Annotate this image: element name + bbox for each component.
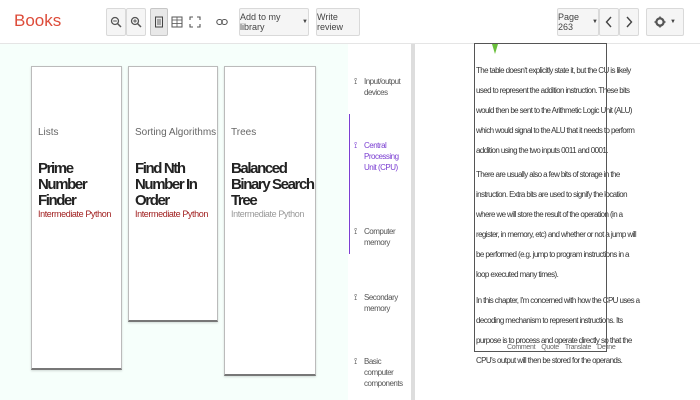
link-icon [216, 18, 228, 26]
problem-card[interactable]: Trees Balanced Binary Search Tree Interm… [224, 66, 316, 376]
zoom-out-button[interactable] [106, 8, 126, 36]
book-preview-panel: Lists Prime Number Finder Intermediate P… [0, 44, 348, 400]
page-select-label: Page 263 [558, 12, 580, 32]
zoom-out-icon [110, 16, 122, 28]
page-select[interactable]: Page 263 ▼ [557, 8, 599, 36]
chevron-down-icon: ▼ [670, 19, 676, 25]
single-page-icon [155, 16, 163, 28]
section-marker-icon: ⟟ [354, 140, 357, 150]
write-review-button[interactable]: Write review [316, 8, 360, 36]
card-title: Prime Number Finder [38, 160, 88, 209]
section-marker-icon: ⟟ [354, 76, 357, 86]
add-to-library-label: Add to my library [240, 12, 281, 32]
define-action[interactable]: Define [597, 344, 616, 351]
toc-item-current[interactable]: ⟟ Central Processing Unit (CPU) [354, 140, 408, 173]
problem-card[interactable]: Lists Prime Number Finder Intermediate P… [31, 66, 122, 370]
comment-action[interactable]: Comment [507, 344, 536, 351]
write-review-label: Write review [317, 12, 344, 32]
next-page-button[interactable] [619, 8, 639, 36]
card-level: Intermediate Python [135, 209, 208, 219]
toc-item[interactable]: ⟟ Secondary memory [354, 292, 408, 314]
chevron-right-icon [626, 16, 633, 28]
section-marker-icon: ⟟ [354, 226, 357, 236]
card-category: Sorting Algorithms [135, 127, 217, 138]
card-title: Find Nth Number In Order [135, 160, 198, 209]
toc-item[interactable]: ⟟ Input/output devices [354, 76, 408, 98]
toc-item[interactable]: ⟟ Basic computer components [354, 356, 408, 389]
zoom-in-icon [130, 16, 142, 28]
card-level: Intermediate Python [38, 209, 111, 219]
settings-button[interactable]: ▼ [646, 8, 684, 36]
text-selection-box[interactable] [474, 43, 607, 352]
previous-page-button[interactable] [599, 8, 619, 36]
fullscreen-button[interactable] [186, 8, 204, 36]
card-category: Lists [38, 127, 59, 138]
chevron-down-icon: ▼ [592, 19, 598, 25]
card-category: Trees [231, 127, 257, 138]
toc-item[interactable]: ⟟ Computer memory [354, 226, 408, 248]
section-marker-icon: ⟟ [354, 356, 357, 366]
problem-card[interactable]: Sorting Algorithms Find Nth Number In Or… [128, 66, 218, 322]
two-page-icon [171, 16, 183, 28]
quote-action[interactable]: Quote [541, 344, 559, 351]
chevron-down-icon: ▼ [302, 19, 308, 25]
top-toolbar: Books Add to my library ▼ Write review P… [0, 0, 700, 44]
translate-action[interactable]: Translate [565, 344, 592, 351]
single-page-view-button[interactable] [150, 8, 168, 36]
link-button[interactable] [212, 8, 232, 36]
card-level: Intermediate Python [231, 209, 304, 219]
gear-icon [654, 16, 666, 28]
add-to-library-button[interactable]: Add to my library ▼ [239, 8, 309, 36]
two-page-view-button[interactable] [168, 8, 186, 36]
books-logo[interactable]: Books [14, 11, 61, 31]
section-marker-icon: ⟟ [354, 292, 357, 302]
chevron-left-icon [605, 16, 612, 28]
fullscreen-icon [189, 16, 201, 28]
current-section-indicator [349, 114, 350, 254]
card-title: Balanced Binary Search Tree [231, 160, 315, 209]
zoom-in-button[interactable] [126, 8, 146, 36]
selection-popup: Comment Quote Translate Define [507, 344, 616, 351]
